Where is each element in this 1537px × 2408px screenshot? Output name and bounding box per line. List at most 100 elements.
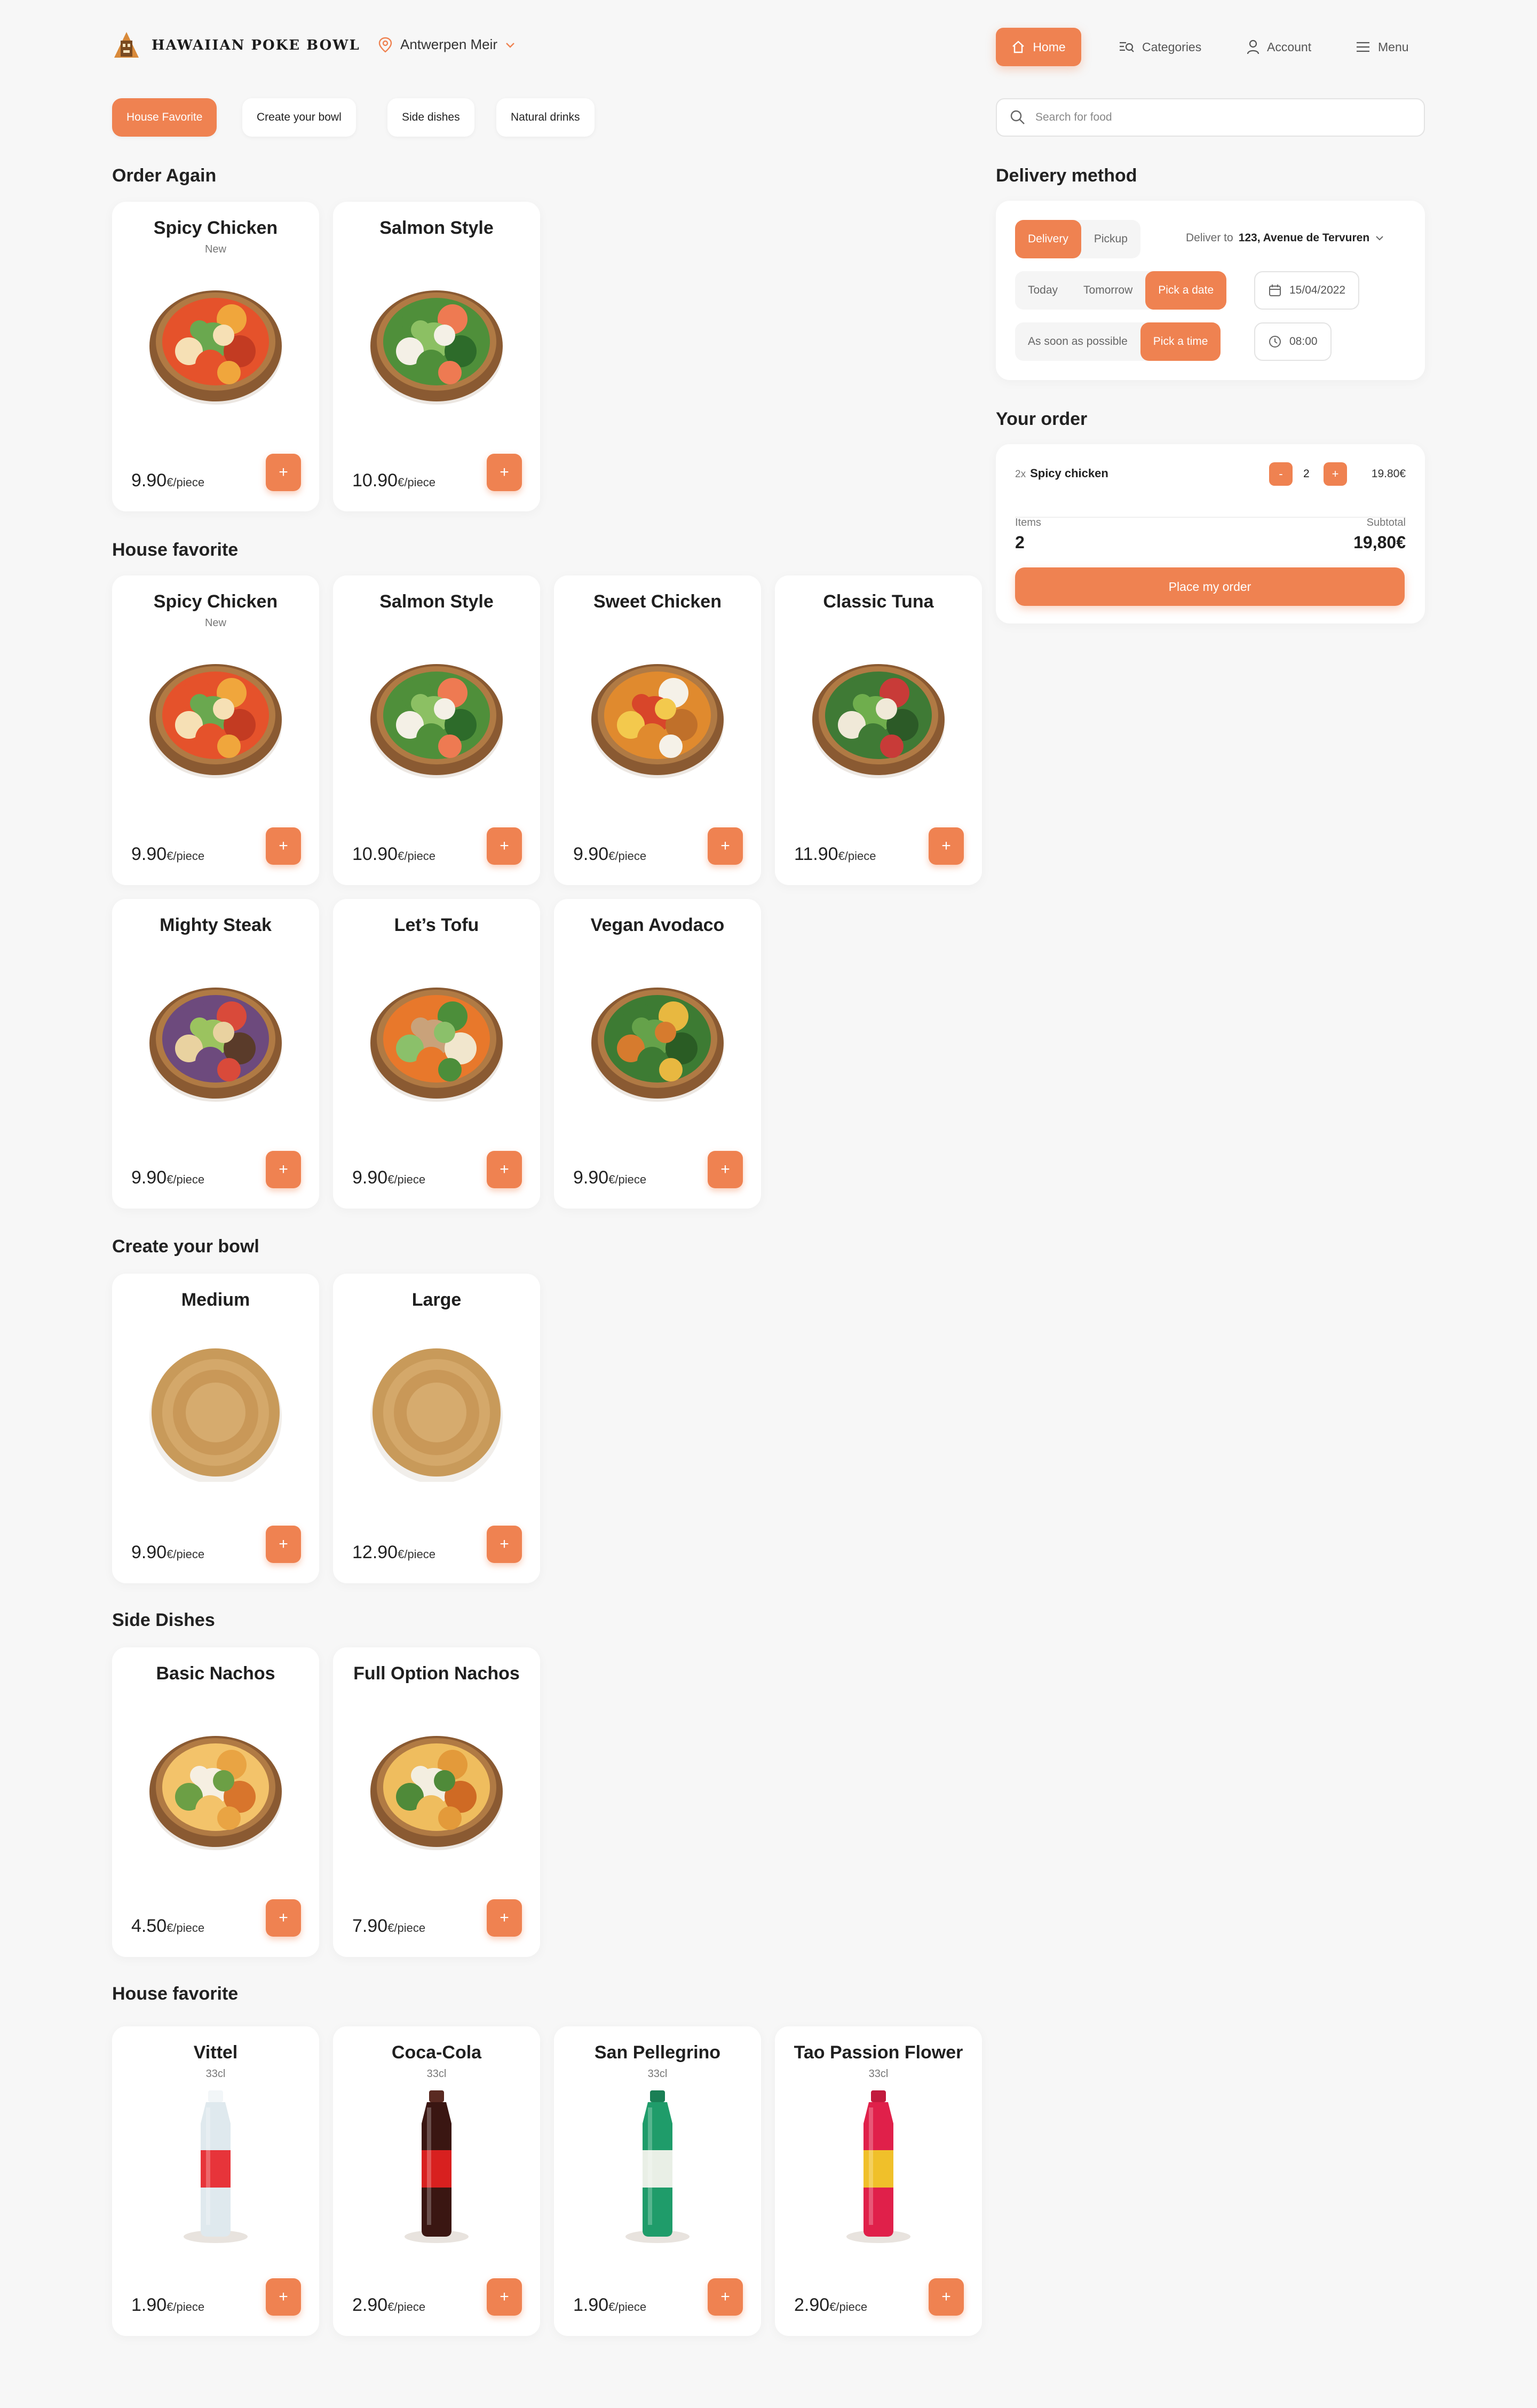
product-image [146, 2086, 285, 2246]
pick-date-option[interactable]: Pick a date [1145, 271, 1227, 310]
brand-logo[interactable]: HAWAIIAN POKE BOWL [112, 31, 360, 60]
time-field[interactable]: 08:00 [1254, 322, 1332, 361]
price-unit: €/piece [608, 849, 647, 863]
product-name: Spicy Chicken [153, 591, 278, 612]
chip-create-bowl[interactable]: Create your bowl [242, 98, 356, 137]
chip-house-favorite[interactable]: House Favorite [112, 98, 217, 137]
today-option[interactable]: Today [1015, 271, 1071, 310]
price-unit: €/piece [608, 2300, 647, 2314]
add-to-cart-button[interactable]: + [487, 1526, 522, 1563]
product-image [588, 2086, 727, 2246]
order-line: 2x Spicy chicken [1015, 467, 1108, 480]
delivery-option[interactable]: Delivery [1015, 220, 1081, 258]
product-card[interactable]: Vegan Avodaco 9.90€/piece + [554, 899, 761, 1209]
search-input[interactable]: Search for food [1035, 111, 1112, 124]
deliver-to-label: Deliver to [1186, 232, 1233, 244]
add-to-cart-button[interactable]: + [266, 827, 301, 865]
section-title-drinks: House favorite [112, 1984, 239, 2004]
search-bar[interactable]: Search for food [996, 98, 1425, 137]
price-value: 9.90 [131, 1167, 167, 1188]
subtotal-label: Subtotal [1366, 517, 1406, 528]
add-to-cart-button[interactable]: + [487, 1151, 522, 1188]
add-to-cart-button[interactable]: + [266, 454, 301, 491]
price-value: 2.90 [794, 2295, 830, 2315]
nav-account[interactable]: Account [1247, 28, 1311, 66]
product-card[interactable]: Salmon Style 10.90€/piece + [333, 202, 540, 511]
product-card[interactable]: Medium 9.90€/piece + [112, 1274, 319, 1583]
price-unit: €/piece [387, 2300, 426, 2314]
chevron-down-icon [506, 42, 514, 48]
product-card[interactable]: Vittel 33cl 1.90€/piece + [112, 2026, 319, 2336]
add-to-cart-button[interactable]: + [929, 2278, 964, 2316]
product-name: Classic Tuna [823, 591, 934, 612]
product-card[interactable]: Mighty Steak 9.90€/piece + [112, 899, 319, 1209]
add-to-cart-button[interactable]: + [266, 1526, 301, 1563]
deliver-to[interactable]: Deliver to 123, Avenue de Tervuren [1186, 232, 1384, 244]
categories-search-icon [1120, 42, 1134, 52]
add-to-cart-button[interactable]: + [487, 454, 522, 491]
delivery-mode-toggle: Delivery Pickup [1015, 220, 1140, 258]
product-image [146, 1343, 285, 1484]
product-card[interactable]: Classic Tuna 11.90€/piece + [775, 575, 982, 885]
location-selector[interactable]: Antwerpen Meir [378, 36, 516, 53]
price-unit: €/piece [398, 1548, 436, 1561]
product-card[interactable]: Tao Passion Flower 33cl 2.90€/piece + [775, 2026, 982, 2336]
product-name: Medium [181, 1290, 250, 1310]
add-to-cart-button[interactable]: + [266, 1899, 301, 1937]
product-image [367, 968, 506, 1107]
chip-natural-drinks[interactable]: Natural drinks [496, 98, 595, 137]
home-icon [1012, 41, 1025, 53]
nav-account-label: Account [1267, 40, 1312, 54]
increase-quantity-button[interactable]: + [1324, 462, 1347, 486]
product-image [367, 271, 506, 410]
section-title-create-bowl: Create your bowl [112, 1236, 259, 1257]
add-to-cart-button[interactable]: + [266, 1151, 301, 1188]
delivery-title: Delivery method [996, 165, 1137, 186]
product-name: Vittel [193, 2042, 238, 2063]
tomorrow-option[interactable]: Tomorrow [1071, 271, 1145, 310]
product-subtitle: 33cl [868, 2068, 889, 2080]
price-unit: €/piece [387, 1921, 426, 1935]
pickup-option[interactable]: Pickup [1081, 220, 1140, 258]
product-card[interactable]: Basic Nachos 4.50€/piece + [112, 1647, 319, 1957]
add-to-cart-button[interactable]: + [487, 827, 522, 865]
add-to-cart-button[interactable]: + [266, 2278, 301, 2316]
date-field[interactable]: 15/04/2022 [1254, 271, 1360, 310]
time-toggle: As soon as possible Pick a time [1015, 322, 1221, 361]
add-to-cart-button[interactable]: + [708, 827, 743, 865]
add-to-cart-button[interactable]: + [708, 1151, 743, 1188]
add-to-cart-button[interactable]: + [929, 827, 964, 865]
price-value: 4.50 [131, 1916, 167, 1936]
product-image [146, 968, 285, 1107]
product-image [367, 645, 506, 784]
product-card[interactable]: Sweet Chicken 9.90€/piece + [554, 575, 761, 885]
price-value: 9.90 [131, 1542, 167, 1562]
product-card[interactable]: Coca-Cola 33cl 2.90€/piece + [333, 2026, 540, 2336]
add-to-cart-button[interactable]: + [487, 1899, 522, 1937]
product-card[interactable]: Large 12.90€/piece + [333, 1274, 540, 1583]
nav-home[interactable]: Home [996, 28, 1081, 66]
divider [1015, 517, 1406, 518]
asap-option[interactable]: As soon as possible [1015, 322, 1140, 361]
nav-categories[interactable]: Categories [1119, 28, 1201, 66]
chip-side-dishes[interactable]: Side dishes [387, 98, 474, 137]
add-to-cart-button[interactable]: + [487, 2278, 522, 2316]
product-card[interactable]: Salmon Style 10.90€/piece + [333, 575, 540, 885]
nav-menu[interactable]: Menu [1356, 28, 1409, 66]
items-count: 2 [1015, 533, 1025, 552]
product-card[interactable]: Full Option Nachos 7.90€/piece + [333, 1647, 540, 1957]
add-to-cart-button[interactable]: + [708, 2278, 743, 2316]
product-card[interactable]: San Pellegrino 33cl 1.90€/piece + [554, 2026, 761, 2336]
product-card[interactable]: Spicy Chicken New 9.90€/piece + [112, 575, 319, 885]
price-unit: €/piece [608, 1173, 647, 1186]
place-order-button[interactable]: Place my order [1015, 567, 1405, 606]
pick-time-option[interactable]: Pick a time [1140, 322, 1221, 361]
product-card[interactable]: Let’s Tofu 9.90€/piece + [333, 899, 540, 1209]
product-subtitle: 33cl [647, 2068, 668, 2080]
price-unit: €/piece [387, 1173, 426, 1186]
product-name: Salmon Style [379, 591, 494, 612]
product-card[interactable]: Spicy Chicken New 9.90€/piece + [112, 202, 319, 511]
brand-name: HAWAIIAN POKE BOWL [152, 37, 360, 53]
decrease-quantity-button[interactable]: - [1269, 462, 1293, 486]
price-value: 9.90 [131, 470, 167, 491]
